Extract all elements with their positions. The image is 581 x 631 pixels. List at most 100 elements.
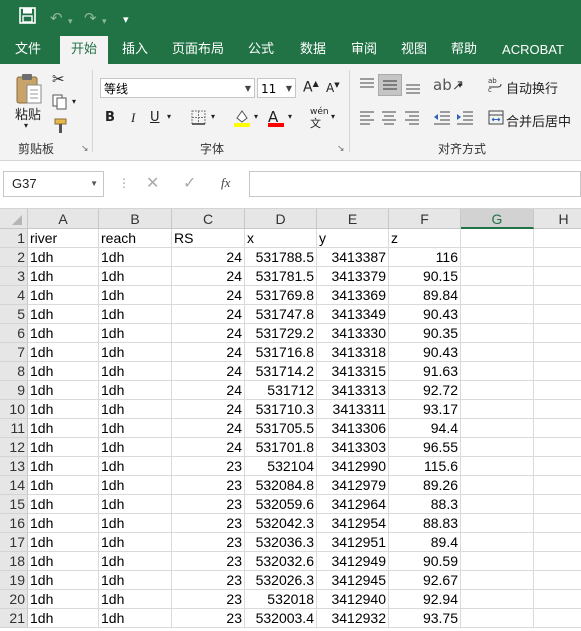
align-right-icon[interactable] [404,111,420,129]
column-header-a[interactable]: A [28,209,99,229]
align-left-icon[interactable] [359,111,375,129]
cell-h7[interactable] [534,343,581,362]
formula-input[interactable] [249,171,581,197]
cut-icon[interactable]: ✂ [52,70,65,88]
cell-g15[interactable] [461,495,534,514]
wrap-text-button[interactable]: 自动换行 [506,78,558,97]
phonetic-dropdown-icon[interactable]: ▾ [331,112,335,121]
cell-e13[interactable]: 3412990 [317,457,389,476]
cell-c2[interactable]: 24 [172,248,245,267]
cell-e12[interactable]: 3413303 [317,438,389,457]
cell-h13[interactable] [534,457,581,476]
cell-e2[interactable]: 3413387 [317,248,389,267]
cell-f18[interactable]: 90.59 [389,552,461,571]
cell-h6[interactable] [534,324,581,343]
cell-f7[interactable]: 90.43 [389,343,461,362]
cell-b10[interactable]: 1dh [99,400,172,419]
cell-g10[interactable] [461,400,534,419]
cell-e3[interactable]: 3413379 [317,267,389,286]
cell-f1[interactable]: z [389,229,461,248]
cell-g12[interactable] [461,438,534,457]
cell-h3[interactable] [534,267,581,286]
tab-formulas[interactable]: 公式 [242,36,280,64]
cell-c1[interactable]: RS [172,229,245,248]
cell-a6[interactable]: 1dh [28,324,99,343]
cell-d2[interactable]: 531788.5 [245,248,317,267]
cell-d18[interactable]: 532032.6 [245,552,317,571]
cell-g16[interactable] [461,514,534,533]
cell-h10[interactable] [534,400,581,419]
row-header[interactable]: 17 [0,533,28,552]
row-header[interactable]: 16 [0,514,28,533]
align-top-icon[interactable] [358,77,376,97]
cell-c9[interactable]: 24 [172,381,245,400]
cell-b16[interactable]: 1dh [99,514,172,533]
cell-f2[interactable]: 116 [389,248,461,267]
cell-f9[interactable]: 92.72 [389,381,461,400]
cell-a10[interactable]: 1dh [28,400,99,419]
tab-review[interactable]: 审阅 [345,36,383,64]
cell-e18[interactable]: 3412949 [317,552,389,571]
cell-a1[interactable]: river [28,229,99,248]
underline-button[interactable]: U [150,110,160,125]
cell-c3[interactable]: 24 [172,267,245,286]
cell-h21[interactable] [534,609,581,628]
cell-g14[interactable] [461,476,534,495]
tab-help[interactable]: 帮助 [445,36,483,64]
cell-b7[interactable]: 1dh [99,343,172,362]
cell-e6[interactable]: 3413330 [317,324,389,343]
row-header[interactable]: 7 [0,343,28,362]
underline-dropdown-icon[interactable]: ▾ [167,112,171,121]
cell-d21[interactable]: 532003.4 [245,609,317,628]
cell-e21[interactable]: 3412932 [317,609,389,628]
cell-a14[interactable]: 1dh [28,476,99,495]
cell-e9[interactable]: 3413313 [317,381,389,400]
select-all-corner[interactable] [0,209,28,229]
cell-d6[interactable]: 531729.2 [245,324,317,343]
row-header[interactable]: 14 [0,476,28,495]
cell-a16[interactable]: 1dh [28,514,99,533]
cell-d4[interactable]: 531769.8 [245,286,317,305]
borders-icon[interactable] [191,110,206,129]
save-icon[interactable] [19,7,36,29]
cell-h18[interactable] [534,552,581,571]
cell-c17[interactable]: 23 [172,533,245,552]
cell-h2[interactable] [534,248,581,267]
cell-f13[interactable]: 115.6 [389,457,461,476]
merge-center-icon[interactable] [488,110,504,129]
tab-page-layout[interactable]: 页面布局 [168,36,228,64]
cell-g21[interactable] [461,609,534,628]
row-header[interactable]: 21 [0,609,28,628]
cell-e8[interactable]: 3413315 [317,362,389,381]
cell-g1[interactable] [461,229,534,248]
cell-d8[interactable]: 531714.2 [245,362,317,381]
cell-a3[interactable]: 1dh [28,267,99,286]
cell-c21[interactable]: 23 [172,609,245,628]
cell-b6[interactable]: 1dh [99,324,172,343]
cell-b19[interactable]: 1dh [99,571,172,590]
column-header-b[interactable]: B [99,209,172,229]
cell-h12[interactable] [534,438,581,457]
tab-data[interactable]: 数据 [294,36,332,64]
cell-c7[interactable]: 24 [172,343,245,362]
cell-g3[interactable] [461,267,534,286]
cell-b13[interactable]: 1dh [99,457,172,476]
cell-a12[interactable]: 1dh [28,438,99,457]
undo-icon[interactable]: ↶ [50,8,63,28]
cell-d5[interactable]: 531747.8 [245,305,317,324]
cell-b2[interactable]: 1dh [99,248,172,267]
cell-g17[interactable] [461,533,534,552]
cell-f4[interactable]: 89.84 [389,286,461,305]
cell-f16[interactable]: 88.83 [389,514,461,533]
cell-e4[interactable]: 3413369 [317,286,389,305]
cell-c19[interactable]: 23 [172,571,245,590]
cell-d19[interactable]: 532026.3 [245,571,317,590]
insert-function-icon[interactable]: fx [221,175,230,191]
cell-c13[interactable]: 23 [172,457,245,476]
cell-g13[interactable] [461,457,534,476]
fill-color-icon[interactable] [233,108,251,132]
cell-h16[interactable] [534,514,581,533]
column-header-e[interactable]: E [317,209,389,229]
cell-f21[interactable]: 93.75 [389,609,461,628]
row-header[interactable]: 1 [0,229,28,248]
